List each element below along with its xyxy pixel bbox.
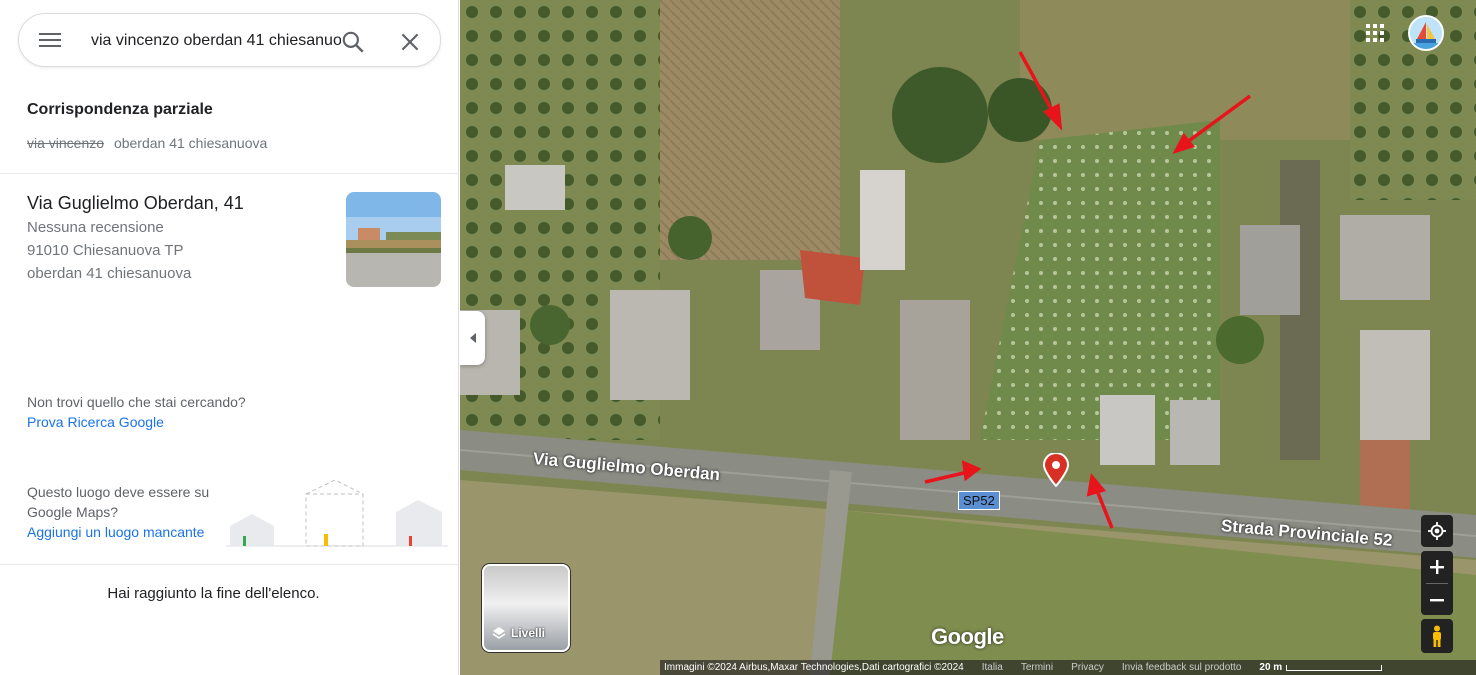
map-satellite-view[interactable]: Via Guglielmo Oberdan Strada Provinciale… [460,0,1476,675]
matched-terms: oberdan 41 chiesanuova [113,135,268,151]
add-missing-place-link[interactable]: Aggiungi un luogo mancante [27,522,227,542]
apps-grid-icon[interactable] [1363,21,1387,45]
my-location-icon [1428,522,1446,540]
plus-icon [1430,560,1444,574]
map-footer: Immagini ©2024 Airbus,Maxar Technologies… [660,660,1476,675]
layers-icon [492,627,506,639]
end-of-list-text: Hai raggiunto la fine dell'elenco. [107,585,320,602]
divider [0,564,459,565]
account-avatar[interactable] [1408,15,1444,51]
missing-place-question: Questo luogo deve essere su Google Maps? [27,484,210,520]
result-item[interactable]: Via Guglielmo Oberdan, 41 Nessuna recens… [0,174,459,299]
not-found-text: Non trovi quello che stai cercando? [27,394,246,410]
arrow-mark [1184,94,1252,145]
arrow-head [961,460,982,482]
side-panel: Corrispondenza parziale via vincenzo obe… [0,0,459,675]
search-icon[interactable] [340,29,366,55]
arrow-mark [924,470,969,484]
pegman-icon [1433,625,1441,647]
zoom-out-button[interactable] [1430,584,1444,615]
scale-bar [1286,664,1383,671]
missing-place-illustration [226,479,448,547]
close-icon[interactable] [397,29,423,55]
chevron-left-icon [469,333,476,343]
attribution-text: Immagini ©2024 Airbus,Maxar Technologies… [664,662,964,673]
result-name: Via Guglielmo Oberdan, 41 [27,193,244,213]
footer-link-privacy[interactable]: Privacy [1071,662,1104,673]
layers-button[interactable]: Livelli [482,564,570,652]
layers-label: Livelli [492,626,545,640]
annotation-arrows [924,51,1252,529]
result-address: 91010 Chiesanuova TP [27,242,184,259]
scale-label[interactable]: 20 m [1259,662,1282,673]
partial-match-query: via vincenzo oberdan 41 chiesanuova [27,135,267,151]
google-logo: Google [931,624,1004,649]
result-query: oberdan 41 chiesanuova [27,265,192,282]
minus-icon [1430,598,1444,601]
footer-link-country[interactable]: Italia [982,662,1003,673]
google-search-link[interactable]: Prova Ricerca Google [27,414,164,430]
unmatched-terms: via vincenzo [27,135,105,151]
search-box [18,13,441,67]
missing-place-prompt: Questo luogo deve essere su Google Maps?… [27,482,227,542]
footer-link-feedback[interactable]: Invia feedback sul prodotto [1122,662,1242,673]
location-pin-icon[interactable] [1042,453,1070,487]
zoom-controls [1421,551,1453,615]
arrow-head [1086,473,1107,497]
search-input[interactable] [91,28,341,54]
collapse-panel-button[interactable] [460,311,485,365]
my-location-button[interactable] [1421,515,1453,547]
result-photo[interactable] [346,192,441,287]
arrow-mark [1094,487,1114,529]
partial-match-title: Corrispondenza parziale [27,101,213,118]
menu-icon[interactable] [38,30,62,52]
result-reviews: Nessuna recensione [27,219,164,236]
footer-link-terms[interactable]: Termini [1021,662,1053,673]
zoom-in-button[interactable] [1430,551,1444,583]
arrow-mark [1018,51,1057,117]
pegman-button[interactable] [1421,619,1453,653]
arrow-head [1043,103,1063,131]
